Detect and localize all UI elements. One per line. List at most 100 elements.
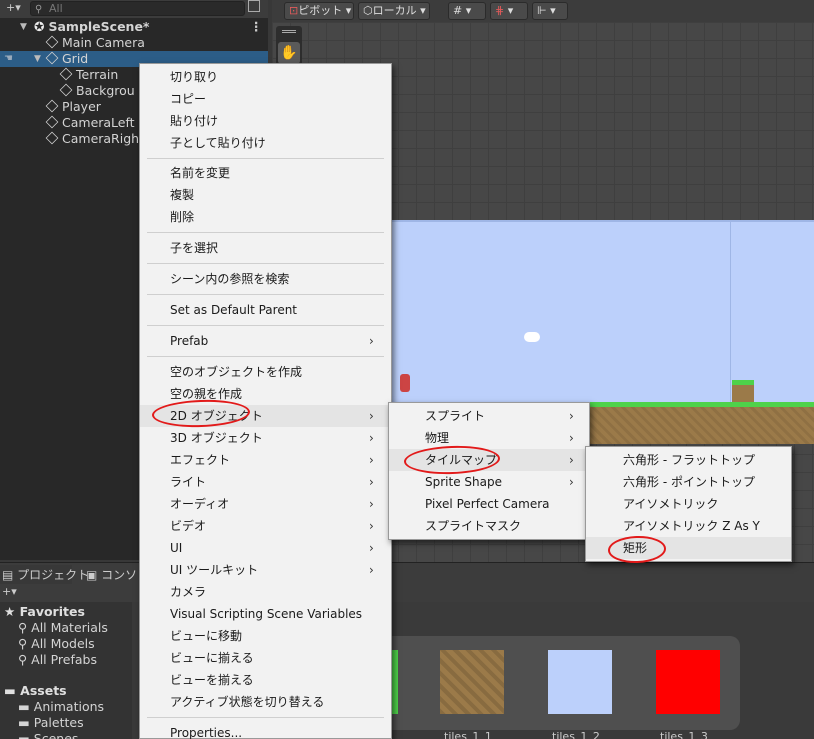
menu-item-visual-scripting[interactable]: Visual Scripting Scene Variables [140,603,362,625]
favorite-item[interactable]: ⚲ All Models [18,636,95,652]
hierarchy-item[interactable]: Main Camera [0,35,268,51]
tile-label: tiles_1_3 [660,730,708,739]
menu-item-hex-flat-top[interactable]: 六角形 - フラットトップ [586,449,791,471]
player-sprite [400,374,410,392]
search-icon: ⚲ [18,620,28,635]
tile-thumbnail[interactable] [656,650,720,714]
asset-folder-label: Palettes [33,715,84,730]
menu-item-find-references[interactable]: シーン内の参照を検索 [140,268,289,290]
scene-row[interactable]: ▼ ✪ SampleScene* ⋮ [0,19,268,35]
search-icon: ⚲ [18,636,28,651]
menu-item-align-with-view[interactable]: ビューに揃える [140,647,254,669]
pivot-toggle[interactable]: ⊡ピボット ▾ [284,2,354,20]
menu-item-cut[interactable]: 切り取り [140,66,218,88]
menu-item-label: オーディオ [170,497,230,511]
favorites-label: Favorites [19,604,85,619]
menu-item-align-view-to-selected[interactable]: ビューを揃える [140,669,254,691]
menu-item-sprite-mask[interactable]: スプライトマスク [389,515,589,537]
menu-separator [147,717,384,718]
menu-separator [147,263,384,264]
menu-item-label: ライト [170,475,207,489]
menu-item-isometric-z-as-y[interactable]: アイソメトリック Z As Y [586,515,791,537]
menu-item-ui[interactable]: UI › [140,537,391,559]
menu-item-3d-object[interactable]: 3D オブジェクト › [140,427,391,449]
menu-item-physics[interactable]: 物理 › [389,427,589,449]
folder-icon: ▬ [18,731,30,739]
asset-folder[interactable]: ▬ Scenes [18,731,78,739]
menu-item-delete[interactable]: 削除 [140,206,194,228]
menu-separator [147,356,384,357]
menu-item-label: 削除 [170,210,195,224]
menu-item-audio[interactable]: オーディオ › [140,493,391,515]
menu-item-sprite[interactable]: スプライト › [389,405,589,427]
more-options-icon[interactable]: ⋮ [250,19,263,35]
menu-item-prefab[interactable]: Prefab › [140,330,391,352]
hierarchy-search-input[interactable]: ⚲ All [30,1,245,16]
menu-item-hex-point-top[interactable]: 六角形 - ポイントトップ [586,471,791,493]
hierarchy-toolbar: +▾ ⚲ All [0,0,268,18]
expand-arrow-icon[interactable]: ▼ [34,51,41,67]
menu-item-label: 複製 [170,188,195,202]
menu-item-light[interactable]: ライト › [140,471,391,493]
menu-item-label: アイソメトリック [623,497,719,511]
gameobject-icon [45,99,59,113]
menu-item-camera[interactable]: カメラ [140,581,206,603]
menu-item-label: スプライト [425,409,486,423]
grid-snap-button[interactable]: # ▾ [448,2,486,20]
menu-item-label: 名前を変更 [170,166,231,180]
local-toggle[interactable]: ⬡ローカル ▾ [358,2,430,20]
menu-item-paste[interactable]: 貼り付け [140,110,218,132]
project-toolbar: +▾ [0,584,814,602]
menu-item-rename[interactable]: 名前を変更 [140,162,230,184]
menu-item-set-default-parent[interactable]: Set as Default Parent [140,299,297,321]
menu-item-pixel-perfect-camera[interactable]: Pixel Perfect Camera [389,493,589,515]
tile-thumbnail[interactable] [548,650,612,714]
ruler-button[interactable]: ⊩ ▾ [532,2,568,20]
folder-icon: ▬ [18,715,30,730]
menu-item-video[interactable]: ビデオ › [140,515,391,537]
increment-snap-button[interactable]: ⋕ ▾ [490,2,528,20]
assets-label: Assets [20,683,67,698]
tile-thumbnail[interactable] [440,650,504,714]
menu-item-toggle-active[interactable]: アクティブ状態を切り替える [140,691,324,713]
favorites-row[interactable]: ★ Favorites [4,604,85,620]
menu-item-sprite-shape[interactable]: Sprite Shape › [389,471,589,493]
assets-row[interactable]: ▬ Assets [4,683,67,699]
asset-folder[interactable]: ▬ Animations [18,699,104,715]
tab-console[interactable]: ▣ コンソ [86,565,137,585]
tile-palette-strip [372,636,740,730]
folder-icon: ▬ [4,683,16,698]
menu-item-copy[interactable]: コピー [140,88,206,110]
menu-item-duplicate[interactable]: 複製 [140,184,194,206]
menu-item-label: 物理 [425,431,450,445]
hand-drag-icon: ☚ [4,53,13,64]
menu-item-label: Prefab [170,334,209,348]
add-icon[interactable]: +▾ [6,1,21,14]
menu-item-move-to-view[interactable]: ビューに移動 [140,625,242,647]
grip-icon[interactable] [282,30,296,33]
search-placeholder: All [49,2,63,15]
hierarchy-item-label: Terrain [76,67,119,82]
hand-tool-icon[interactable]: ✋ [278,42,300,64]
menu-item-label: 3D オブジェクト [170,431,263,445]
menu-item-properties[interactable]: Properties... [140,722,242,739]
favorite-item[interactable]: ⚲ All Prefabs [18,652,97,668]
asset-folder[interactable]: ▬ Palettes [18,715,84,731]
menu-item-paste-as-child[interactable]: 子として貼り付け [140,132,266,154]
menu-item-isometric[interactable]: アイソメトリック [586,493,791,515]
menu-item-create-empty[interactable]: 空のオブジェクトを作成 [140,361,302,383]
menu-item-label: Visual Scripting Scene Variables [170,607,363,621]
scene-search-icon[interactable] [248,0,260,12]
menu-item-effects[interactable]: エフェクト › [140,449,391,471]
add-icon[interactable]: +▾ [2,585,17,598]
favorite-item[interactable]: ⚲ All Materials [18,620,108,636]
menu-item-ui-toolkit[interactable]: UI ツールキット › [140,559,391,581]
submenu-arrow-icon: › [369,475,374,489]
expand-arrow-icon[interactable]: ▼ [20,19,27,35]
pivot-icon: ⊡ [289,4,299,17]
menu-item-select-children[interactable]: 子を選択 [140,237,218,259]
tab-project[interactable]: ▤ プロジェクト [0,565,89,585]
menu-item-label: UI ツールキット [170,563,259,577]
search-icon: ⚲ [35,4,43,15]
menu-item-label: エフェクト [170,453,231,467]
